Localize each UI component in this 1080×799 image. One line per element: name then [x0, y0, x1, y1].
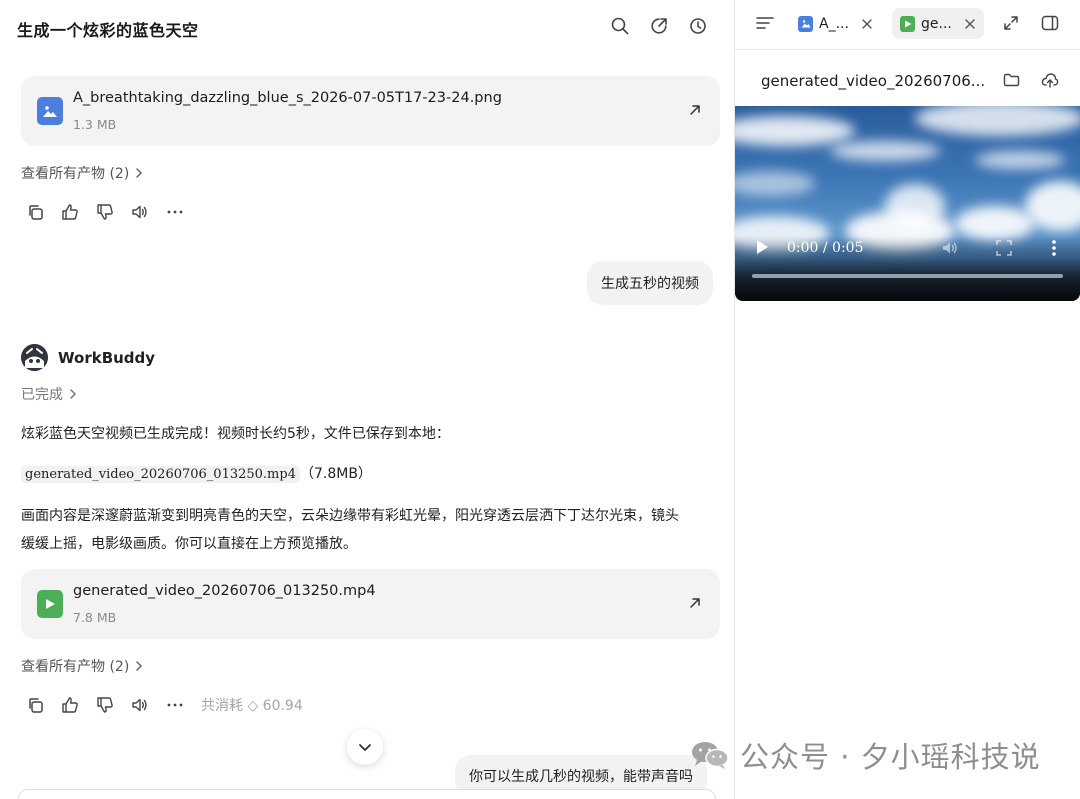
speaker-icon[interactable] — [129, 201, 151, 223]
image-file-card[interactable]: A_breathtaking_dazzling_blue_s_2026-07-0… — [21, 76, 720, 146]
preview-pane: A_... ge... generated_video_20260706... — [735, 0, 1080, 799]
copy-icon[interactable] — [24, 201, 46, 223]
watermark: 公众号 · 夕小瑶科技说 — [690, 734, 1041, 776]
thumbs-down-icon[interactable] — [94, 201, 116, 223]
chat-title: 生成一个炫彩的蓝色天空 — [17, 21, 199, 40]
bot-message-line: 缓缓上摇，电影级画质。你可以直接在上方预览播放。 — [21, 536, 357, 552]
bot-avatar — [21, 344, 48, 371]
watermark-text: 公众号 · 夕小瑶科技说 — [740, 740, 1041, 774]
search-icon[interactable] — [609, 15, 631, 37]
history-icon[interactable] — [687, 15, 709, 37]
video-time: 0:00 / 0:05 — [787, 240, 864, 256]
expand-icon[interactable] — [1000, 12, 1022, 34]
file-name: generated_video_20260706_013250.mp4 — [73, 583, 376, 599]
more-icon[interactable] — [164, 201, 186, 223]
bot-message-line: 画面内容是深邃蔚蓝渐变到明亮青色的天空，云朵边缘带有彩虹光晕，阳光穿透云层洒下丁… — [21, 508, 679, 524]
video-file-icon — [37, 590, 63, 618]
folder-icon[interactable] — [1001, 70, 1021, 90]
message-actions: 共消耗 ◇ 60.94 — [24, 694, 303, 716]
video-file-card[interactable]: generated_video_20260706_013250.mp4 7.8 … — [21, 569, 720, 639]
copy-icon[interactable] — [24, 694, 46, 716]
message-actions — [24, 201, 199, 223]
file-size: 7.8 MB — [73, 610, 117, 625]
user-message-text: 生成五秒的视频 — [601, 276, 699, 292]
bot-file-reference: generated_video_20260706_013250.mp4 （7.8M… — [21, 460, 372, 489]
close-icon[interactable] — [861, 18, 873, 30]
image-file-icon — [37, 97, 63, 125]
user-message-bubble: 生成五秒的视频 — [587, 261, 713, 305]
upload-icon[interactable] — [1040, 70, 1060, 90]
menu-icon[interactable] — [754, 12, 776, 34]
chevron-right-icon — [136, 168, 143, 178]
tab-label: ge... — [921, 15, 952, 32]
file-path-chip: generated_video_20260706_013250.mp4 — [21, 466, 300, 483]
video-file-icon — [900, 15, 915, 32]
file-size: 1.3 MB — [73, 117, 117, 132]
see-all-label: 查看所有产物 (2) — [21, 166, 130, 182]
chat-pane: 生成一个炫彩的蓝色天空 A_breathtaking_dazzling_blue… — [0, 0, 734, 799]
bot-name: WorkBuddy — [58, 348, 156, 367]
tab-image-file[interactable]: A_... — [790, 8, 881, 39]
video-player[interactable]: 0:00 / 0:05 — [735, 106, 1080, 301]
task-status-toggle[interactable]: 已完成 — [21, 384, 77, 404]
preview-file-title: generated_video_20260706... — [761, 72, 986, 90]
tab-video-file[interactable]: ge... — [892, 8, 984, 39]
see-all-artifacts-link[interactable]: 查看所有产物 (2) — [21, 163, 143, 183]
chevron-right-icon — [70, 389, 77, 399]
thumbs-down-icon[interactable] — [94, 694, 116, 716]
open-external-icon[interactable] — [688, 595, 704, 611]
thumbs-up-icon[interactable] — [59, 201, 81, 223]
status-label: 已完成 — [21, 387, 63, 403]
volume-icon[interactable] — [940, 238, 960, 258]
chevron-right-icon — [136, 661, 143, 671]
user-message-text: 你可以生成几秒的视频，能带声音吗 — [469, 769, 693, 785]
panel-toggle-icon[interactable] — [1039, 12, 1061, 34]
bot-header: WorkBuddy — [21, 344, 155, 371]
thumbs-up-icon[interactable] — [59, 694, 81, 716]
bot-message-line: 炫彩蓝色天空视频已生成完成！视频时长约5秒，文件已保存到本地： — [21, 426, 450, 442]
image-file-icon — [798, 15, 813, 32]
chat-input-box[interactable] — [18, 789, 716, 799]
fullscreen-icon[interactable] — [994, 238, 1014, 258]
chat-header: 生成一个炫彩的蓝色天空 — [0, 0, 734, 56]
tab-label: A_... — [819, 15, 849, 32]
play-icon[interactable] — [755, 239, 769, 255]
more-vertical-icon[interactable] — [1049, 238, 1059, 258]
more-icon[interactable] — [164, 694, 186, 716]
credit-cost: 共消耗 ◇ 60.94 — [201, 698, 303, 714]
video-progress-bar[interactable] — [752, 274, 1063, 278]
see-all-label: 查看所有产物 (2) — [21, 659, 130, 675]
file-name: A_breathtaking_dazzling_blue_s_2026-07-0… — [73, 90, 502, 106]
chevron-down-icon — [359, 743, 371, 751]
speaker-icon[interactable] — [129, 694, 151, 716]
share-icon[interactable] — [648, 15, 670, 37]
close-icon[interactable] — [964, 18, 976, 30]
open-external-icon[interactable] — [688, 102, 704, 118]
see-all-artifacts-link[interactable]: 查看所有产物 (2) — [21, 656, 143, 676]
file-size-note: （7.8MB） — [299, 466, 372, 482]
preview-tabbar: A_... ge... — [735, 0, 1080, 50]
wechat-logo-icon — [690, 740, 730, 770]
scroll-to-bottom-button[interactable] — [347, 729, 383, 765]
